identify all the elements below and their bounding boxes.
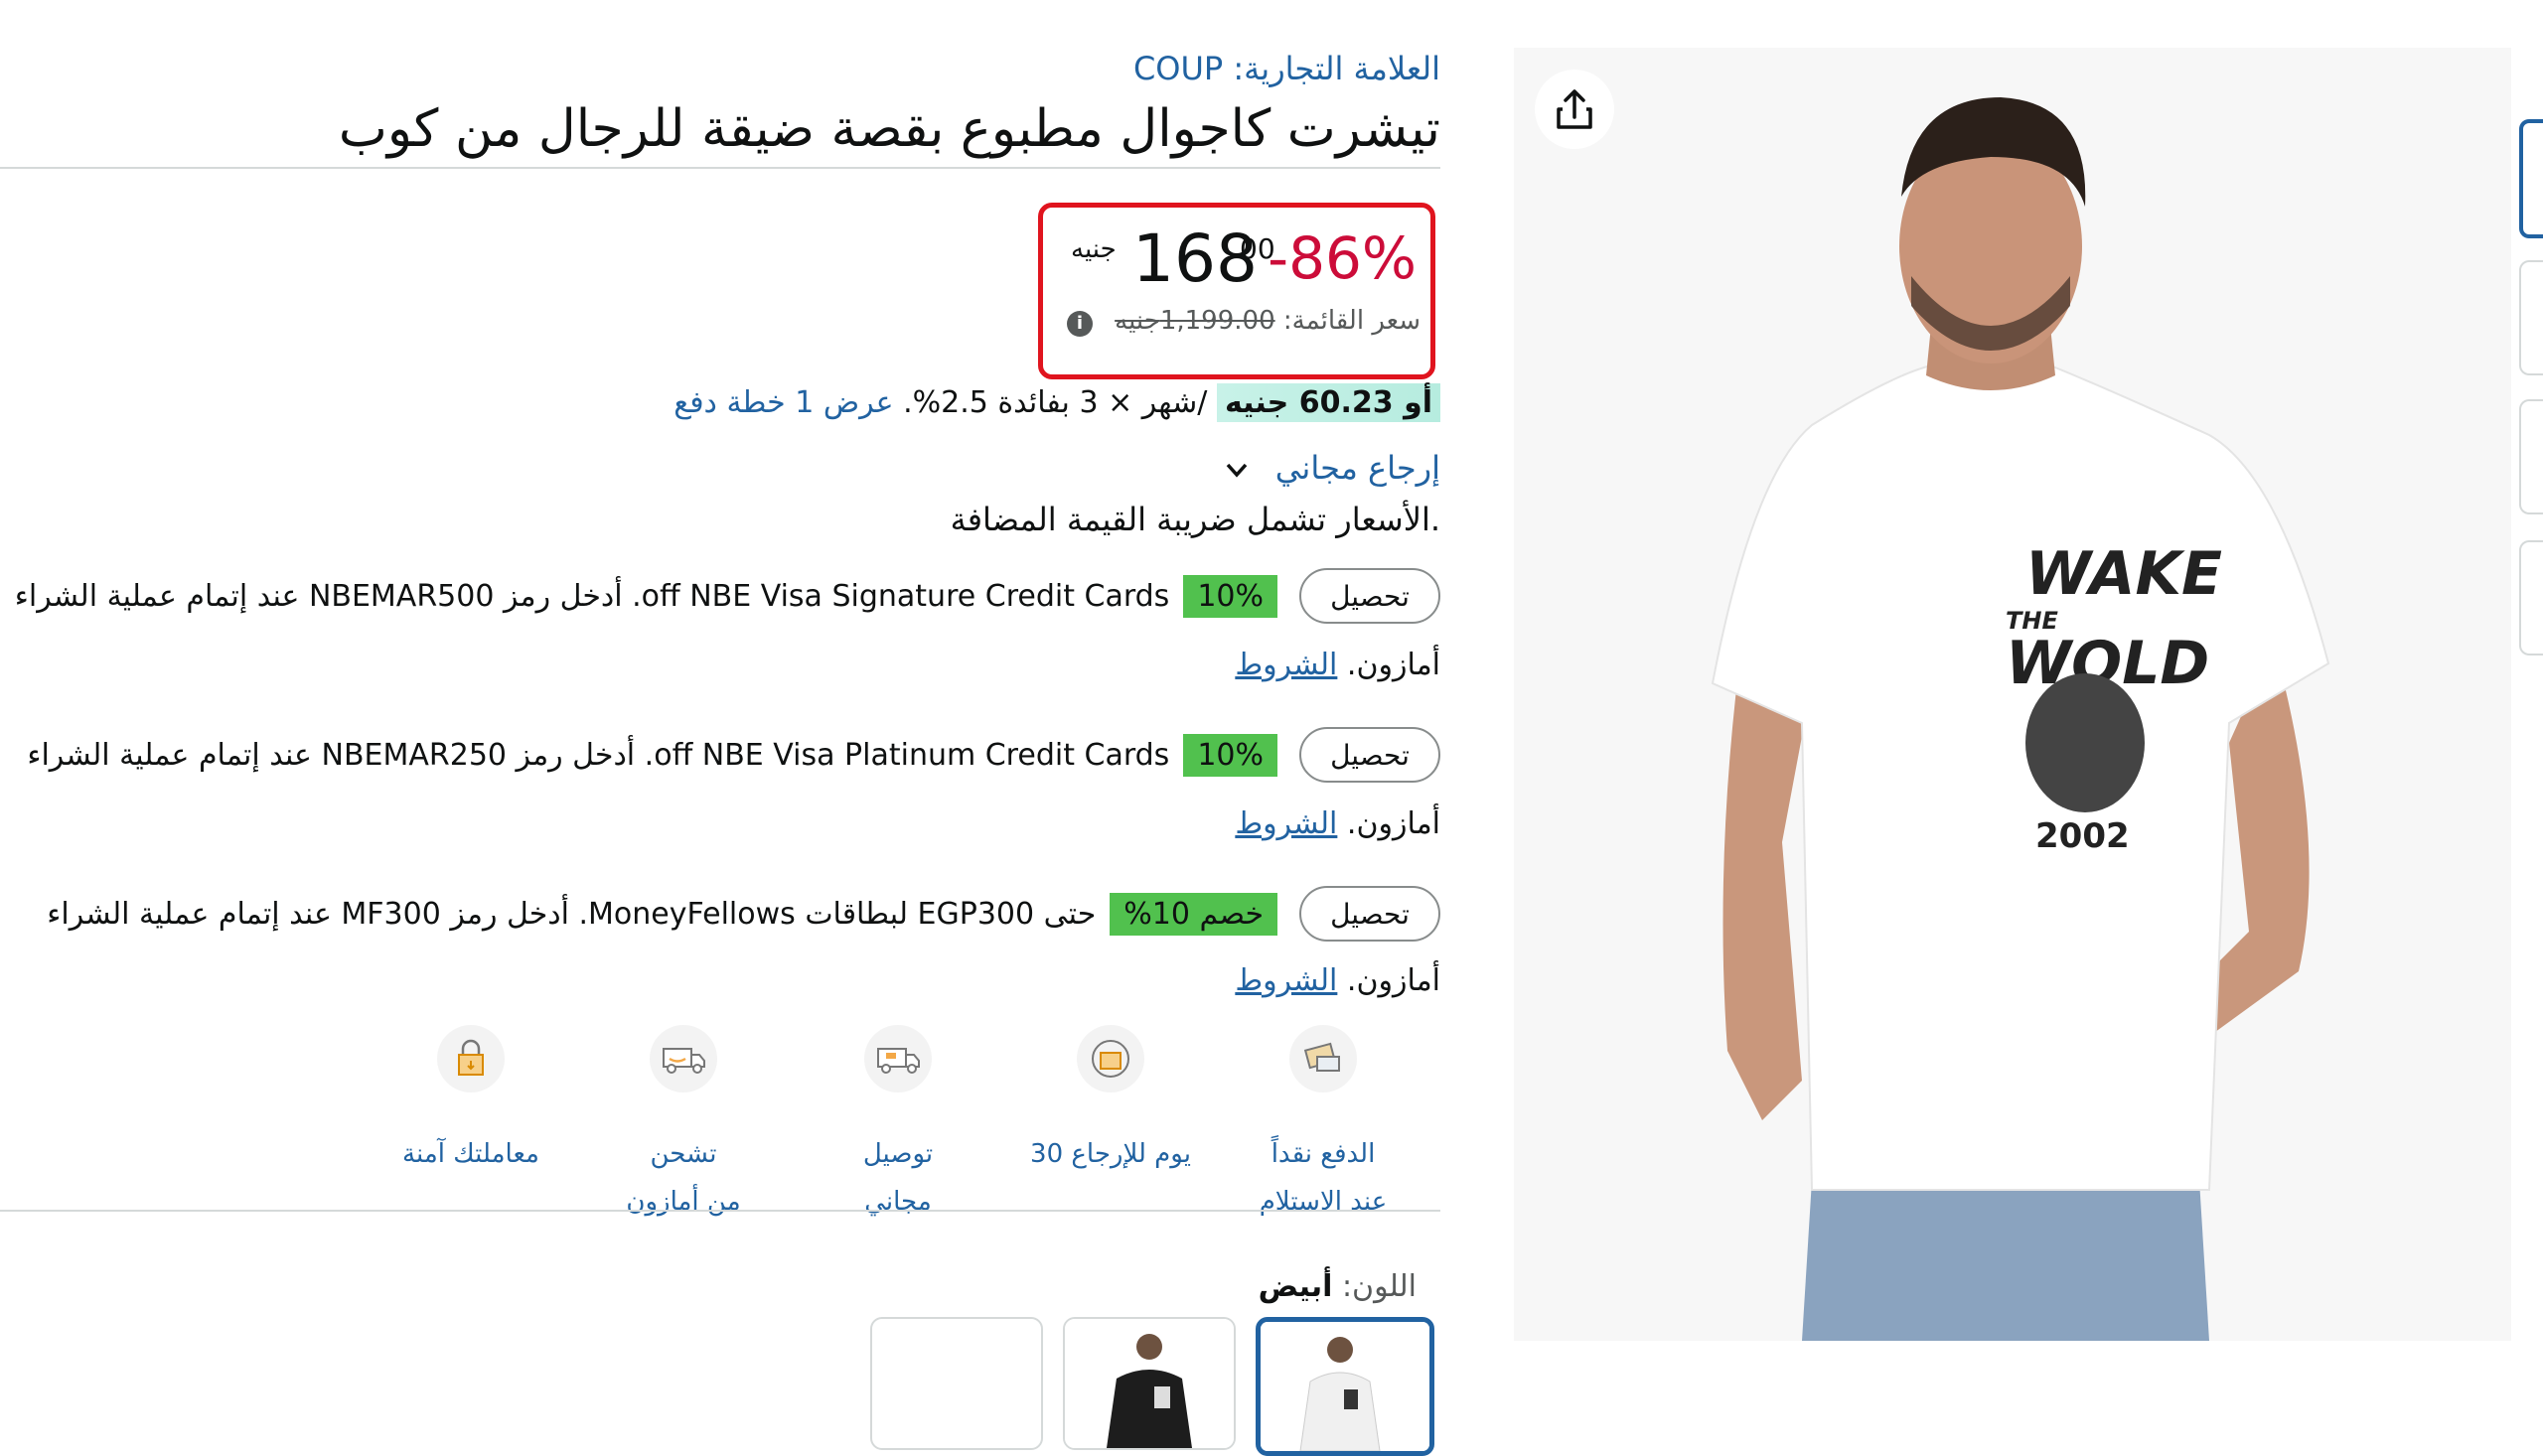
offer-text: حتى EGP300 لبطاقات MoneyFellows. أدخل رم… [47, 896, 1097, 932]
color-label-text: اللون: [1341, 1269, 1417, 1304]
offer-badge: 10% [1183, 574, 1277, 618]
product-title: تيشرت كاجوال مطبوع بقصة ضيقة للرجال من ك… [338, 99, 1440, 159]
color-value: أبيض [1258, 1269, 1333, 1304]
thumbnail[interactable] [2519, 399, 2543, 514]
secure-lock-icon [437, 1025, 505, 1092]
feature-line: توصيل [862, 1139, 934, 1169]
collect-button[interactable]: تحصيل [1299, 727, 1440, 783]
feature-line: من أمازون [626, 1187, 741, 1217]
installment-amount: 60.23 جنيه [1224, 385, 1394, 420]
color-swatch-white[interactable] [1256, 1317, 1434, 1456]
price-fraction: 00 [1240, 232, 1275, 265]
amazon-truck-icon [650, 1025, 717, 1092]
terms-link[interactable]: الشروط [1235, 648, 1337, 682]
terms-prefix: أمازون. [1346, 963, 1440, 998]
feature-returns[interactable]: 30 يوم للإرجاع [1001, 1025, 1220, 1178]
installment-line: أو 60.23 جنيه /شهر × 3 بفائدة 2.5%. عرض … [673, 383, 1440, 422]
features-divider [0, 1210, 1440, 1212]
offer-terms: أمازون. الشروط [1235, 648, 1440, 682]
offer-row: تحصيل 10% off NBE Visa Signature Credit … [15, 566, 1440, 626]
price-currency: جنيه [1071, 234, 1117, 264]
chevron-down-icon[interactable] [1224, 457, 1250, 483]
offer-badge: 10% [1183, 733, 1277, 777]
feature-secure[interactable]: معاملتك آمنة [362, 1025, 580, 1178]
info-icon[interactable]: i [1067, 311, 1093, 337]
offer-row: تحصيل 10% off NBE Visa Platinum Credit C… [27, 725, 1440, 785]
offer-badge: خصم 10% [1110, 892, 1277, 936]
free-return-link[interactable]: إرجاع مجاني [1275, 449, 1440, 487]
offer-terms: أمازون. الشروط [1235, 963, 1440, 998]
color-label: اللون: أبيض [1259, 1269, 1417, 1304]
offer-terms: أمازون. الشروط [1235, 806, 1440, 841]
brand-link[interactable]: العلامة التجارية: COUP [1133, 50, 1440, 87]
list-price: سعر القائمة: 1,199.00جنيه [1115, 306, 1421, 336]
feature-line: تشحن [650, 1139, 717, 1169]
terms-prefix: أمازون. [1346, 648, 1440, 682]
terms-link[interactable]: الشروط [1235, 806, 1337, 841]
installment-plans-link[interactable]: عرض 1 خطة دفع [673, 385, 893, 420]
share-button[interactable] [1535, 70, 1614, 149]
offer-row: تحصيل خصم 10% حتى EGP300 لبطاقات MoneyFe… [47, 884, 1440, 944]
share-icon [1557, 89, 1592, 129]
installment-badge: أو 60.23 جنيه [1216, 383, 1440, 422]
list-price-label: سعر القائمة: [1282, 306, 1421, 336]
installment-suffix: /شهر × 3 بفائدة 2.5%. [903, 385, 1208, 420]
terms-prefix: أمازون. [1346, 806, 1440, 841]
shirt-print-text: WAKE [2025, 539, 2222, 609]
feature-line: 30 يوم للإرجاع [1030, 1139, 1191, 1169]
return-box-icon [1077, 1025, 1144, 1092]
vat-note: .الأسعار تشمل ضريبة القيمة المضافة [950, 501, 1440, 538]
offer-text: off NBE Visa Signature Credit Cards. أدخ… [14, 578, 1170, 614]
terms-link[interactable]: الشروط [1235, 963, 1337, 998]
thumbnail[interactable] [2519, 119, 2543, 238]
product-image[interactable]: WAKE THE WOLD 2002 [1514, 48, 2511, 1341]
feature-line: الدفع نقداً [1271, 1139, 1376, 1169]
feature-free-delivery[interactable]: توصيل مجاني [789, 1025, 1007, 1226]
feature-cash-on-delivery[interactable]: الدفع نقداً عند الاستلام [1214, 1025, 1432, 1226]
cash-on-delivery-icon [1289, 1025, 1357, 1092]
thumbnail[interactable] [2519, 260, 2543, 375]
collect-button[interactable]: تحصيل [1299, 886, 1440, 942]
installment-prefix: أو [1404, 385, 1432, 420]
free-delivery-truck-icon [864, 1025, 932, 1092]
shirt-print-text: 2002 [2035, 816, 2130, 856]
thumbnail[interactable] [2519, 540, 2543, 655]
list-price-value: 1,199.00جنيه [1115, 306, 1275, 336]
title-divider [0, 167, 1440, 169]
offer-text: off NBE Visa Platinum Credit Cards. أدخل… [27, 737, 1170, 773]
feature-amazon-shipping[interactable]: تشحن من أمازون [574, 1025, 793, 1226]
collect-button[interactable]: تحصيل [1299, 568, 1440, 624]
feature-line: معاملتك آمنة [402, 1139, 539, 1169]
discount-percent: -86% [1268, 224, 1417, 292]
feature-line: مجاني [864, 1187, 932, 1217]
feature-line: عند الاستلام [1259, 1187, 1388, 1217]
